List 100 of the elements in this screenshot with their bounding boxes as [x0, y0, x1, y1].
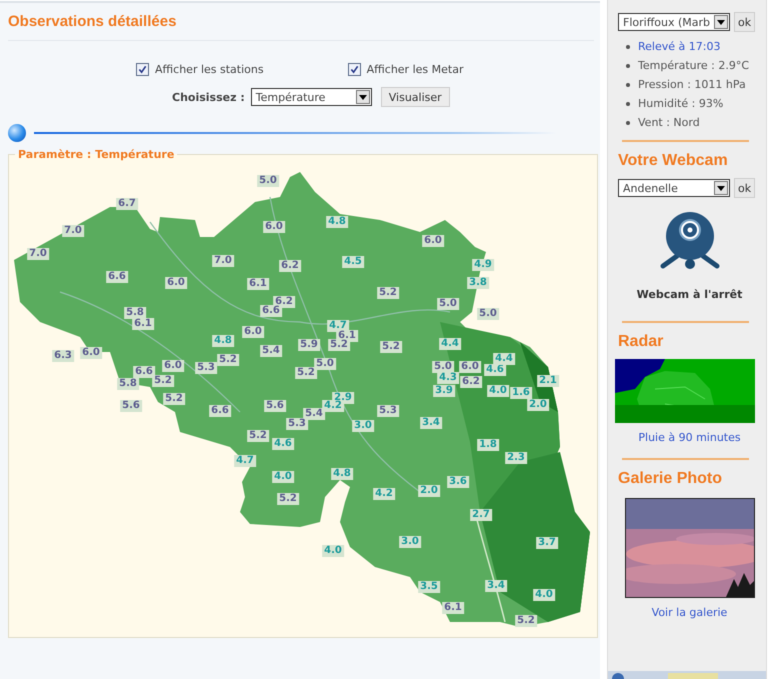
temperature-reading: 6.2 — [460, 376, 482, 388]
temperature-reading: 5.9 — [298, 339, 320, 351]
temperature-reading: 5.2 — [277, 493, 299, 505]
temperature-reading: 5.2 — [328, 339, 350, 351]
temperature-reading: 6.2 — [279, 260, 301, 272]
temperature-reading: 5.0 — [477, 308, 499, 320]
timeline-thumb[interactable] — [8, 124, 26, 142]
temperature-reading: 4.7 — [234, 455, 256, 467]
temperature-reading: 5.4 — [303, 408, 325, 420]
temperature-reading: 1.6 — [510, 387, 532, 399]
temperature-reading: 6.1 — [132, 318, 154, 330]
observation-time-link[interactable]: Relevé à 17:03 — [638, 40, 720, 53]
checkbox[interactable] — [136, 62, 149, 76]
temperature-reading: 4.3 — [437, 372, 459, 384]
temperature-reading: 5.0 — [437, 298, 459, 310]
observation-text: Vent : Nord — [638, 116, 700, 129]
caret-icon — [356, 90, 370, 104]
temperature-reading: 3.5 — [418, 581, 440, 593]
temperature-reading: 3.4 — [420, 417, 442, 429]
caret-icon — [714, 15, 728, 29]
temperature-reading: 4.8 — [326, 216, 348, 228]
temperature-reading: 2.0 — [418, 485, 440, 497]
section-title: Votre Webcam — [618, 152, 729, 170]
temperature-reading: 6.0 — [263, 221, 285, 233]
observation-text: Température : 2.9°C — [638, 59, 750, 72]
temperature-reading: 4.6 — [484, 364, 506, 376]
temperature-reading: 6.6 — [260, 305, 282, 317]
temperature-reading: 4.9 — [472, 259, 494, 271]
temperature-reading: 6.0 — [162, 360, 184, 372]
section-title: Galerie Photo — [618, 470, 724, 488]
temperature-reading: 5.2 — [377, 287, 399, 299]
temperature-reading: 4.0 — [533, 589, 555, 601]
caret-icon — [714, 181, 728, 195]
temperature-reading: 5.2 — [515, 615, 537, 627]
temperature-reading: 3.7 — [536, 537, 558, 549]
temperature-reading: 6.1 — [442, 602, 464, 614]
temperature-reading: 5.4 — [260, 345, 282, 357]
bullet-icon — [626, 82, 630, 86]
observation-text: Humidité : 93% — [638, 97, 724, 110]
temperature-reading: 4.4 — [439, 338, 461, 350]
radar-link[interactable]: Pluie à 90 minutes — [638, 431, 741, 444]
temperature-reading: 5.8 — [117, 378, 139, 390]
temperature-reading: 3.6 — [447, 476, 469, 488]
temperature-reading: 5.6 — [264, 400, 286, 412]
temperature-reading: 6.6 — [209, 405, 231, 417]
temperature-reading: 4.6 — [272, 438, 294, 450]
ok-button[interactable]: ok — [734, 12, 756, 32]
station-select[interactable]: Floriffoux (Marb — [618, 13, 730, 31]
bullet-icon — [626, 120, 630, 124]
temperature-reading: 4.7 — [327, 320, 349, 332]
temperature-reading: 5.2 — [247, 430, 269, 442]
temperature-reading: 5.2 — [295, 367, 317, 379]
temperature-reading: 1.8 — [477, 439, 499, 451]
temperature-reading: 5.2 — [380, 341, 402, 353]
temperature-reading: 5.3 — [195, 362, 217, 374]
temperature-reading: 3.0 — [399, 536, 421, 548]
checkbox-label: Afficher les stations — [155, 62, 264, 76]
temperature-reading: 5.0 — [432, 361, 454, 373]
ok-button[interactable]: ok — [734, 178, 756, 198]
page-title: Observations détaillées — [8, 13, 176, 30]
temperature-reading: 7.0 — [212, 255, 234, 267]
parameter-label: Choisissez : — [172, 90, 245, 104]
temperature-reading: 4.4 — [493, 353, 515, 365]
webcam-select[interactable]: Andenelle — [618, 179, 730, 197]
visualise-button[interactable]: Visualiser — [380, 87, 450, 107]
temperature-reading: 6.0 — [80, 347, 102, 359]
temperature-reading: 6.0 — [459, 361, 481, 373]
gallery-link[interactable]: Voir la galerie — [652, 606, 728, 619]
temperature-reading: 6.0 — [165, 277, 187, 289]
temperature-reading: 5.0 — [314, 358, 336, 370]
temperature-reading: 4.8 — [331, 468, 353, 480]
temperature-reading: 4.0 — [487, 385, 509, 397]
temperature-reading: 2.0 — [527, 399, 549, 411]
checkbox-label: Afficher les Metar — [366, 62, 464, 76]
temperature-reading: 4.0 — [322, 545, 344, 557]
temperature-reading: 4.0 — [272, 471, 294, 483]
temperature-reading: 3.9 — [433, 385, 455, 397]
bullet-icon — [626, 64, 630, 68]
temperature-reading: 5.2 — [152, 375, 174, 387]
temperature-reading: 3.4 — [485, 580, 507, 592]
webcam-status: Webcam à l'arrêt — [636, 288, 744, 301]
checkbox[interactable] — [348, 62, 361, 76]
temperature-reading: 2.1 — [537, 375, 559, 387]
temperature-reading: 2.3 — [505, 452, 527, 464]
bullet-icon — [626, 102, 630, 106]
temperature-reading: 4.8 — [212, 335, 234, 347]
temperature-reading: 5.3 — [286, 418, 308, 430]
temperature-reading: 5.3 — [377, 405, 399, 417]
temperature-reading: 6.0 — [422, 235, 444, 247]
temperature-reading: 3.8 — [467, 277, 489, 289]
temperature-reading: 5.2 — [163, 393, 185, 405]
section-title: Radar — [618, 333, 664, 351]
parameter-select[interactable]: Température — [250, 88, 372, 106]
temperature-reading: 4.2 — [373, 488, 395, 500]
temperature-reading: 5.6 — [120, 400, 142, 412]
temperature-reading: 6.1 — [247, 278, 269, 290]
observation-text: Pression : 1011 hPa — [638, 78, 746, 91]
temperature-reading: 6.6 — [106, 271, 128, 283]
bullet-icon — [626, 44, 630, 48]
temperature-reading: 3.0 — [352, 420, 374, 432]
